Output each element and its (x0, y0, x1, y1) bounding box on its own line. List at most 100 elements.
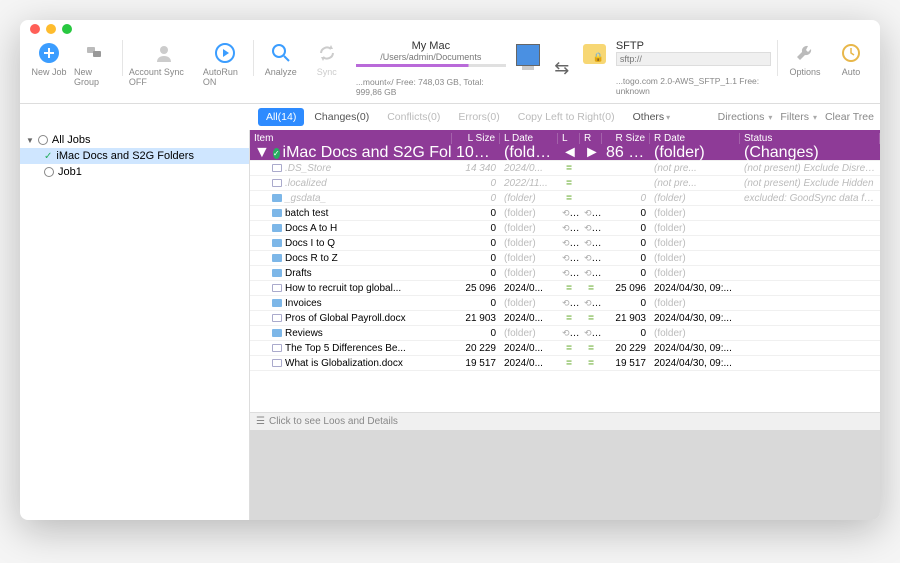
separator (122, 40, 123, 76)
minimize-icon[interactable] (46, 24, 56, 34)
row-rdate: 2024/04/30, 09:... (650, 343, 740, 354)
row-ldate: (folder) (500, 268, 558, 279)
clock-icon (838, 40, 864, 66)
filter-changes[interactable]: Changes(0) (306, 108, 377, 126)
row-rdate: 2024/04/30, 09:... (650, 313, 740, 324)
col-status[interactable]: Status (740, 133, 880, 144)
log-hint[interactable]: ☰ Click to see Loos and Details (250, 412, 880, 430)
grid-parent-row[interactable]: ▼ ✓ iMac Docs and S2G Folders 101 085 (f… (250, 146, 880, 161)
filter-bar: All(14) Changes(0) Conflicts(0) Errors(0… (252, 104, 880, 130)
row-name: What is Globalization.docx (285, 358, 403, 369)
grid-row[interactable]: How to recruit top global... 25 096 2024… (250, 281, 880, 296)
row-ldate: (folder) (500, 328, 558, 339)
new-group-button[interactable]: New Group (74, 40, 116, 87)
grid-row[interactable]: _gsdata_ 0 (folder) = 0 (folder) exclude… (250, 191, 880, 206)
folder-icon (272, 209, 282, 217)
right-location-path[interactable]: sftp:// (616, 52, 771, 66)
analyze-label: Analyze (265, 67, 297, 77)
job-label: Job1 (58, 166, 82, 178)
col-rdate[interactable]: R Date (650, 133, 740, 144)
row-l-state: ⟲○⟳ (558, 253, 580, 264)
monitor-icon (516, 44, 540, 66)
row-name: Docs I to Q (285, 238, 335, 249)
folder-icon (272, 269, 282, 277)
left-location[interactable]: My Mac /Users/admin/Documents ...mount«/… (356, 40, 506, 97)
row-name: _gsdata_ (285, 193, 326, 204)
parent-ldate: (folder) (500, 144, 558, 162)
col-l[interactable]: L (558, 133, 580, 144)
close-icon[interactable] (30, 24, 40, 34)
filter-copy-lr[interactable]: Copy Left to Right(0) (510, 108, 623, 126)
grid-row[interactable]: Pros of Global Payroll.docx 21 903 2024/… (250, 311, 880, 326)
row-lsize: 0 (452, 328, 500, 339)
account-sync-button[interactable]: Account Sync OFF (129, 40, 199, 87)
log-hint-label: Click to see Loos and Details (269, 416, 398, 427)
folder-icon (272, 329, 282, 337)
col-rsize[interactable]: R Size (602, 133, 650, 144)
sync-button[interactable]: Sync (306, 40, 348, 77)
filters-menu[interactable]: Filters (780, 111, 817, 123)
grid-row[interactable]: batch test 0 (folder) ⟲○⟳ ⟲○⟳ 0 (folder) (250, 206, 880, 221)
row-l-state: ⟲○⟳ (558, 298, 580, 309)
row-rdate: (folder) (650, 193, 740, 204)
grid-body[interactable]: .DS_Store 14 340 2024/0... = (not pre...… (250, 161, 880, 412)
row-lsize: 0 (452, 178, 500, 189)
row-rsize: 21 903 (602, 313, 650, 324)
autorun-button[interactable]: AutoRun ON (203, 40, 247, 87)
col-ldate[interactable]: L Date (500, 133, 558, 144)
right-arrow-icon[interactable]: ► (580, 144, 602, 162)
row-rsize: 0 (602, 238, 650, 249)
grid-row[interactable]: Docs A to H 0 (folder) ⟲○⟳ ⟲○⟳ 0 (folder… (250, 221, 880, 236)
row-rdate: (folder) (650, 328, 740, 339)
group-icon (82, 40, 108, 66)
parent-name: iMac Docs and S2G Folders (283, 144, 452, 162)
auto-button[interactable]: Auto (830, 40, 872, 77)
clear-tree-button[interactable]: Clear Tree (825, 111, 874, 123)
sidebar-job-item[interactable]: Job1 (20, 164, 249, 180)
left-location-title: My Mac (356, 40, 506, 52)
grid-row[interactable]: .DS_Store 14 340 2024/0... = (not pre...… (250, 161, 880, 176)
filter-errors[interactable]: Errors(0) (450, 108, 507, 126)
grid-row[interactable]: Docs I to Q 0 (folder) ⟲○⟳ ⟲○⟳ 0 (folder… (250, 236, 880, 251)
row-lsize: 0 (452, 253, 500, 264)
options-button[interactable]: Options (784, 40, 826, 77)
row-l-state: = (558, 163, 580, 174)
disclosure-icon[interactable]: ▼ (26, 136, 34, 145)
all-jobs-node[interactable]: ▼ All Jobs (20, 132, 249, 148)
col-item[interactable]: Item (250, 133, 452, 144)
swap-icon[interactable]: ⇆ (550, 58, 573, 79)
separator (777, 40, 778, 76)
grid-row[interactable]: Docs R to Z 0 (folder) ⟲○⟳ ⟲○⟳ 0 (folder… (250, 251, 880, 266)
right-location[interactable]: SFTP sftp:// ...togo.com 2.0-AWS_SFTP_1.… (616, 40, 771, 96)
status-icon (44, 167, 54, 177)
grid-row[interactable]: Drafts 0 (folder) ⟲○⟳ ⟲○⟳ 0 (folder) (250, 266, 880, 281)
grid-row[interactable]: What is Globalization.docx 19 517 2024/0… (250, 356, 880, 371)
grid-row[interactable]: The Top 5 Differences Be... 20 229 2024/… (250, 341, 880, 356)
grid-row[interactable]: Invoices 0 (folder) ⟲○⟳ ⟲○⟳ 0 (folder) (250, 296, 880, 311)
row-l-state: = (558, 283, 580, 294)
col-r[interactable]: R (580, 133, 602, 144)
zoom-icon[interactable] (62, 24, 72, 34)
col-lsize[interactable]: L Size (452, 133, 500, 144)
row-ldate: (folder) (500, 208, 558, 219)
row-l-state: ⟲○⟳ (558, 223, 580, 234)
disclosure-icon[interactable]: ▼ (254, 144, 270, 162)
new-job-button[interactable]: New Job (28, 40, 70, 77)
sftp-folder-icon: 🔒 (583, 44, 605, 64)
filter-conflicts[interactable]: Conflicts(0) (379, 108, 448, 126)
directions-menu[interactable]: Directions (718, 111, 773, 123)
filter-all[interactable]: All(14) (258, 108, 304, 126)
grid-row[interactable]: Reviews 0 (folder) ⟲○⟳ ⟲○⟳ 0 (folder) (250, 326, 880, 341)
folder-icon (272, 299, 282, 307)
left-arrow-icon[interactable]: ◄ (558, 144, 580, 162)
titlebar (20, 20, 880, 38)
grid-row[interactable]: .localized 0 2022/11... = (not pre... (n… (250, 176, 880, 191)
status-icon (38, 135, 48, 145)
sidebar-job-item[interactable]: ✓iMac Docs and S2G Folders (20, 148, 249, 164)
analyze-button[interactable]: Analyze (260, 40, 302, 77)
row-rdate: 2024/04/30, 09:... (650, 358, 740, 369)
row-rdate: (folder) (650, 238, 740, 249)
filter-others[interactable]: Others (625, 108, 679, 126)
job-label: iMac Docs and S2G Folders (56, 150, 194, 162)
row-ldate: (folder) (500, 298, 558, 309)
